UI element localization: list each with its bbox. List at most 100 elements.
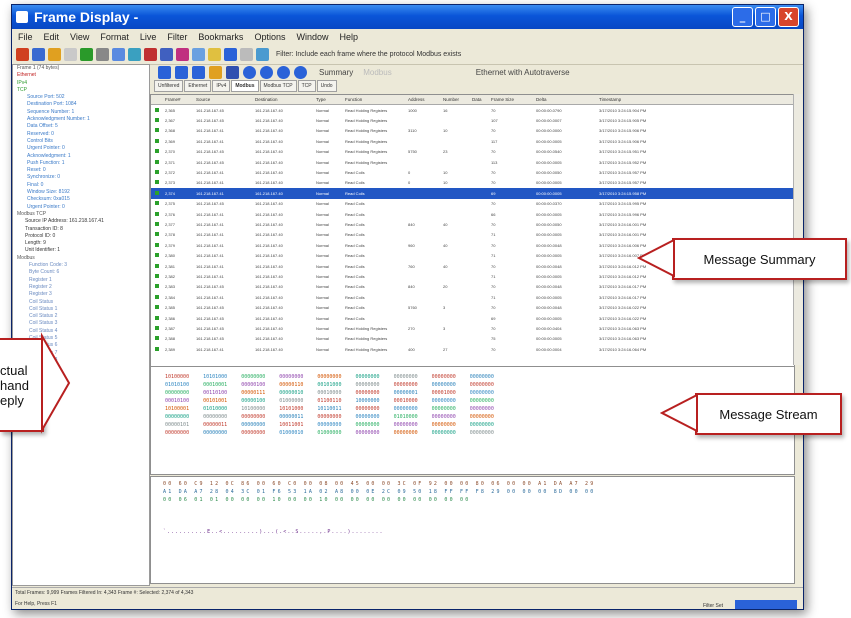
bit-byte[interactable]: 00000000 [470,413,494,421]
tab-ipv4[interactable]: IPv4 [212,80,231,92]
tab-undo[interactable]: Undo [316,80,337,92]
column-header[interactable]: Number [442,97,471,102]
table-row[interactable]: 2,375 161.218.167.45 161.218.167.40 Normal R… [151,199,794,209]
column-header[interactable]: Timestamp [598,97,704,102]
column-header[interactable]: Source [195,97,254,102]
tab-modbus[interactable]: Modbus [231,80,259,92]
tree-node[interactable]: Acknowledgment Number: 1 [13,116,149,123]
table-row[interactable]: 2,368 161.218.167.41 161.218.167.40 Normal R… [151,126,794,136]
tree-node[interactable]: Final: 0 [13,182,149,189]
bit-byte[interactable]: 10100000 [241,405,265,413]
bit-byte[interactable]: 00000000 [470,429,494,437]
tree-node[interactable]: Coil Status 1 [13,306,149,313]
tree-node[interactable]: Source Port: 502 [13,94,149,101]
tree-node[interactable]: Urgent Pointer: 0 [13,204,149,211]
table-row[interactable]: 2,371 161.218.167.45 161.218.167.40 Normal R… [151,157,794,167]
table-row[interactable]: 2,373 161.218.167.41 161.218.167.40 Normal R… [151,178,794,188]
bit-byte[interactable]: 10101000 [279,405,303,413]
clear-icon[interactable] [64,47,77,61]
bit-byte[interactable]: 00000000 [432,413,456,421]
tree-node[interactable]: Modbus TCP [13,211,149,218]
bit-byte[interactable]: 10000000 [355,397,379,405]
bit-byte[interactable]: 00000000 [241,373,265,381]
tree-node[interactable]: Transaction ID: 8 [13,226,149,233]
lock-icon[interactable] [209,65,222,79]
tree-node[interactable]: Register 3 [13,291,149,298]
bit-byte[interactable]: 00010000 [394,397,418,405]
tree-node[interactable]: Sequence Number: 1 [13,109,149,116]
tree-node[interactable]: Function Code: 3 [13,262,149,269]
find-icon[interactable] [112,47,125,61]
bit-byte[interactable]: 01000000 [317,429,341,437]
menu-format[interactable]: Format [100,32,129,42]
bit-byte[interactable]: 00010100 [165,397,189,405]
bit-byte[interactable]: 00000000 [470,389,494,397]
folder-icon[interactable] [48,47,61,61]
menu-live[interactable]: Live [140,32,157,42]
bit-byte[interactable]: 00010000 [317,389,341,397]
nav-first-icon[interactable] [243,65,256,79]
bit-byte[interactable]: 00110100 [203,389,227,397]
menu-bookmarks[interactable]: Bookmarks [198,32,243,42]
bit-byte[interactable]: 00000000 [355,389,379,397]
search-icon[interactable] [192,47,205,61]
bit-byte[interactable]: 00000000 [355,429,379,437]
tree-node[interactable]: Coil Status 4 [13,328,149,335]
tree-node[interactable]: Push Function: 1 [13,160,149,167]
bit-byte[interactable]: 00000000 [241,429,265,437]
record-icon[interactable] [16,47,29,61]
bit-byte[interactable]: 00000000 [470,397,494,405]
table-row[interactable]: 2,367 161.218.167.45 161.218.167.40 Normal R… [151,115,794,125]
bit-byte[interactable]: 00000000 [394,381,418,389]
bit-byte[interactable]: 10100000 [165,373,189,381]
bit-byte[interactable]: 00000000 [241,421,265,429]
bit-byte[interactable]: 00101000 [317,381,341,389]
tree-node[interactable]: Byte Count: 6 [13,269,149,276]
bit-byte[interactable]: 00000010 [279,389,303,397]
window-icon[interactable] [224,47,237,61]
save-view-icon[interactable] [226,65,239,79]
summary-protocol-select[interactable]: Modbus [363,68,391,77]
bit-byte[interactable]: 00000000 [394,405,418,413]
columns-icon[interactable] [192,65,205,79]
bit-byte[interactable]: 00000000 [241,413,265,421]
tab-unfiltered[interactable]: Unfiltered [154,80,184,92]
bit-byte[interactable]: 00000000 [432,405,456,413]
bit-byte[interactable]: 10100001 [165,405,189,413]
table-row[interactable]: 2,385 161.218.167.45 161.218.167.40 Normal R… [151,302,794,312]
bit-byte[interactable]: 00000000 [355,381,379,389]
filter-clear-icon[interactable] [176,47,189,61]
bit-byte[interactable]: 00000000 [165,413,189,421]
tab-tcp[interactable]: TCP [297,80,316,92]
table-row[interactable]: 2,388 161.218.167.45 161.218.167.40 Normal R… [151,334,794,344]
bit-byte[interactable]: 00000111 [241,389,265,397]
bit-byte[interactable]: 00000000 [165,389,189,397]
bit-byte[interactable]: 00010001 [203,381,227,389]
summary-view-icon[interactable] [158,65,171,79]
column-header[interactable]: Address [407,97,442,102]
table-row[interactable]: 2,387 161.218.167.45 161.218.167.40 Normal R… [151,323,794,333]
bit-byte[interactable]: 00000001 [394,389,418,397]
tree-node[interactable]: Reserved: 0 [13,131,149,138]
grid-view-icon[interactable] [175,65,188,79]
bit-byte[interactable]: 00000000 [470,421,494,429]
tree-node[interactable]: Synchronize: 0 [13,174,149,181]
bit-byte[interactable]: 00001000 [432,389,456,397]
nav-prev-icon[interactable] [260,65,273,79]
tree-node[interactable]: Unit Identifier: 1 [13,247,149,254]
filter-icon[interactable] [160,47,173,61]
tree-node[interactable]: Reset: 0 [13,167,149,174]
bit-byte[interactable]: 00000000 [355,413,379,421]
bit-byte[interactable]: 00000000 [432,397,456,405]
notes-icon[interactable] [208,47,221,61]
bit-byte[interactable]: 00000000 [203,429,227,437]
table-row[interactable]: 2,374 161.218.167.41 161.218.167.40 Normal R… [151,188,794,199]
hex-line[interactable]: A1 DA A7 28 04 3C 01 F6 53 1A 02 A8 00 0… [151,488,794,496]
menu-file[interactable]: File [18,32,33,42]
bit-byte[interactable]: 00000000 [317,413,341,421]
save-icon[interactable] [80,47,93,61]
bit-byte[interactable]: 00000000 [394,429,418,437]
table-row[interactable]: 2,369 161.218.167.41 161.218.167.40 Normal R… [151,136,794,146]
bit-byte[interactable]: 00101001 [203,397,227,405]
table-row[interactable]: 2,372 161.218.167.41 161.218.167.40 Normal R… [151,167,794,177]
